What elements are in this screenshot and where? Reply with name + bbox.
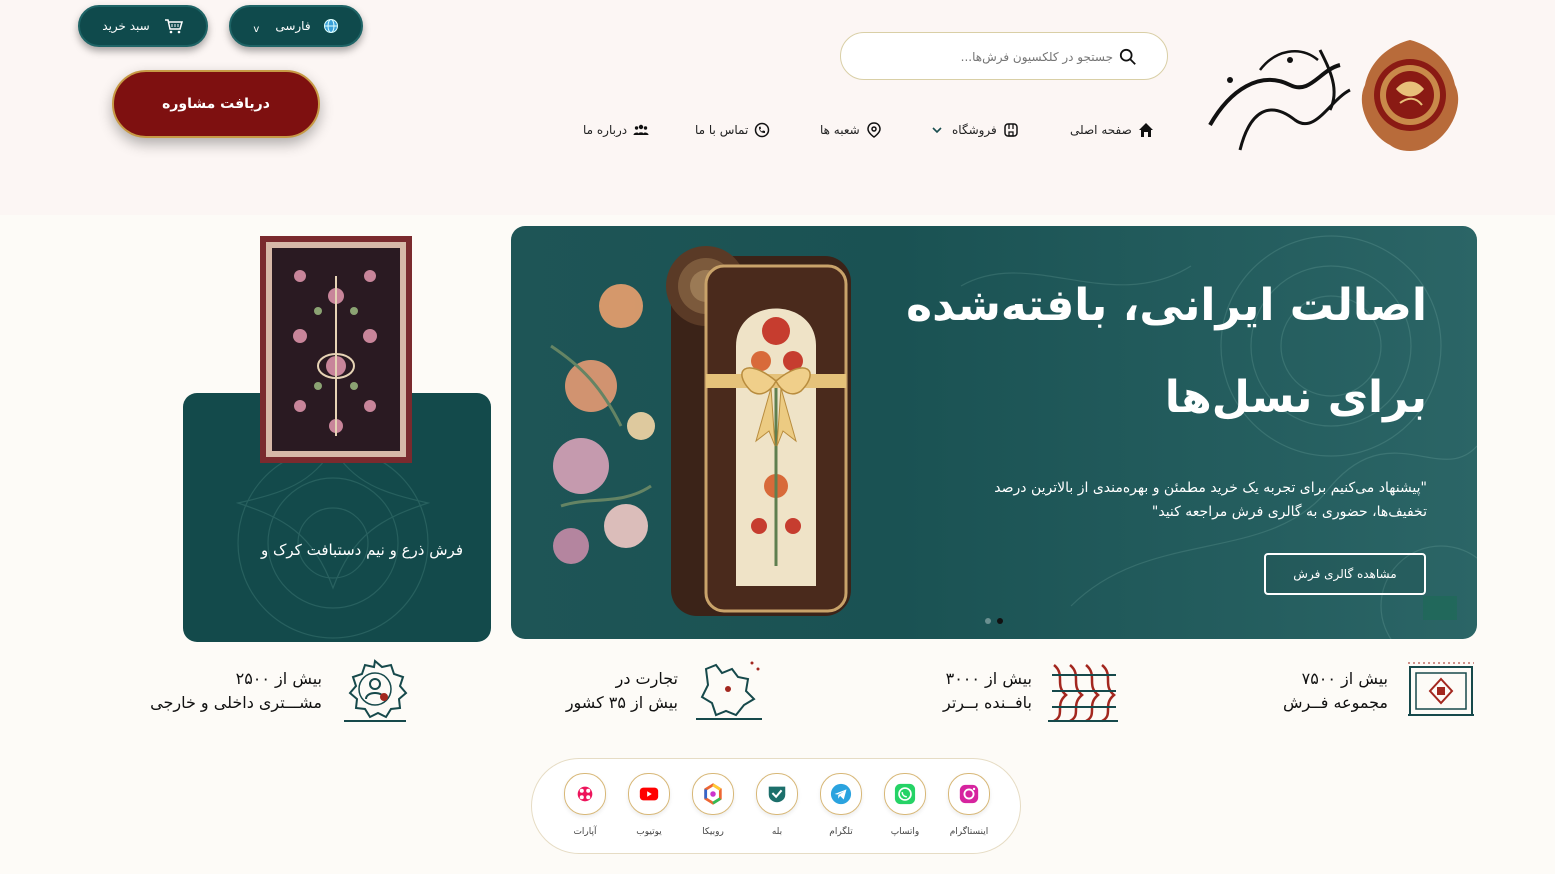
social-label: بله xyxy=(771,827,783,837)
stat-line1: بیش از ۷۵۰۰ xyxy=(1301,669,1388,688)
chevron-down-icon: v xyxy=(253,23,260,35)
language-label: فارسی xyxy=(275,19,311,33)
phone-icon xyxy=(755,122,770,138)
nav-contact[interactable]: تماس با ما xyxy=(695,118,770,142)
location-pin-icon xyxy=(866,122,881,138)
language-selector[interactable]: v فارسی xyxy=(229,5,363,47)
telegram-icon xyxy=(830,783,852,805)
store-icon xyxy=(1004,123,1018,137)
social-aparat[interactable]: آپارات xyxy=(563,773,607,837)
social-whatsapp[interactable]: واتساپ xyxy=(883,773,927,837)
stat-countries: تجارت در بیش از ۳۵ کشور xyxy=(550,655,770,727)
weave-pattern-icon xyxy=(1048,664,1118,723)
gallery-button[interactable]: مشاهده گالری فرش xyxy=(1264,553,1426,595)
slider-dot[interactable] xyxy=(985,618,991,624)
globe-icon xyxy=(323,19,338,33)
flower-decoration xyxy=(550,284,655,564)
stat-collections: بیش از ۷۵۰۰ مجموعه فــرش xyxy=(1270,655,1480,727)
rug-product-image[interactable] xyxy=(260,236,412,463)
nav-store[interactable]: فروشگاه xyxy=(932,118,1019,142)
social-label: روبیکا xyxy=(702,827,724,837)
search-icon[interactable] xyxy=(1119,48,1137,66)
stat-line1: بیش از ۳۰۰۰ xyxy=(945,669,1032,688)
rubika-icon xyxy=(704,783,722,805)
map-icon xyxy=(696,661,762,720)
youtube-icon xyxy=(639,787,659,801)
nav-home[interactable]: صفحه اصلی xyxy=(1070,118,1154,142)
stat-line2: مشـــتری داخلی و خارجی xyxy=(150,693,322,712)
social-instagram[interactable]: اینستاگرام xyxy=(947,773,991,837)
hero-banner: اصالت ایرانی، بافته‌شده برای نسل‌ها "پیش… xyxy=(511,226,1477,639)
search-bar[interactable] xyxy=(840,32,1168,80)
nav-store-label: فروشگاه xyxy=(952,123,997,137)
stat-line2: مجموعه فــرش xyxy=(1282,693,1388,712)
cart-label: سبد خرید xyxy=(102,19,150,33)
bale-icon xyxy=(768,786,786,803)
home-icon xyxy=(1138,123,1153,137)
consultation-button[interactable]: دریافت مشاوره xyxy=(112,70,320,138)
social-label: آپارات xyxy=(573,827,597,837)
nav-about[interactable]: درباره ما xyxy=(583,118,649,142)
product-card-title: فرش ذرع و نیم دستبافت کرک و xyxy=(260,541,463,559)
rolled-carpet-image xyxy=(550,246,851,616)
nav-branches[interactable]: شعبه ها xyxy=(820,118,882,142)
social-telegram[interactable]: تلگرام xyxy=(819,773,863,837)
social-label: یوتیوب xyxy=(636,827,662,837)
nav-contact-label: تماس با ما xyxy=(695,123,749,137)
whatsapp-icon xyxy=(894,783,916,805)
social-youtube[interactable]: یوتیوب xyxy=(627,773,671,837)
social-bale[interactable]: بله xyxy=(755,773,799,837)
stat-customers: بیش از ۲۵۰۰ مشـــتری داخلی و خارجی xyxy=(136,655,416,727)
hero-title-line2: برای نسل‌ها xyxy=(1164,372,1427,423)
stat-line2: بیش از ۳۵ کشور xyxy=(565,693,678,712)
social-label: واتساپ xyxy=(890,827,920,837)
social-label: اینستاگرام xyxy=(949,827,989,837)
instagram-icon xyxy=(959,784,979,804)
chevron-down-icon[interactable] xyxy=(932,125,942,135)
cart-icon xyxy=(164,19,183,34)
slider-nav-box[interactable] xyxy=(1423,596,1457,620)
nav-branches-label: شعبه ها xyxy=(820,123,860,137)
search-input[interactable] xyxy=(861,43,1115,71)
nav-home-label: صفحه اصلی xyxy=(1070,123,1132,137)
hero-description: "پیشنهاد می‌کنیم برای تجربه یک خرید مطمئ… xyxy=(994,480,1427,520)
aparat-icon xyxy=(577,786,593,802)
customer-badge-icon xyxy=(344,659,408,722)
carpet-icon xyxy=(1408,662,1474,716)
social-label: تلگرام xyxy=(829,827,853,837)
social-rubika[interactable]: روبیکا xyxy=(691,773,735,837)
cart-button[interactable]: سبد خرید xyxy=(78,5,208,47)
stat-weavers: بیش از ۳۰۰۰ بافــنده بــرتر xyxy=(916,655,1126,727)
logo-graphic xyxy=(1208,40,1459,151)
social-links: اینستاگرام واتساپ تلگرام بله روبیکا یوتی… xyxy=(531,758,1021,854)
stat-line1: بیش از ۲۵۰۰ xyxy=(235,669,322,688)
hero-title-line1: اصالت ایرانی، بافته‌شده xyxy=(906,280,1427,331)
nav-about-label: درباره ما xyxy=(583,123,628,137)
slider-dot-active[interactable] xyxy=(997,618,1003,624)
people-icon xyxy=(633,124,649,135)
site-logo[interactable] xyxy=(1200,30,1475,160)
site-header: صفحه اصلی فروشگاه شعبه ها تماس با ما درب… xyxy=(0,0,1555,215)
stat-line1: تجارت در xyxy=(615,669,678,688)
stat-line2: بافــنده بــرتر xyxy=(943,693,1032,712)
